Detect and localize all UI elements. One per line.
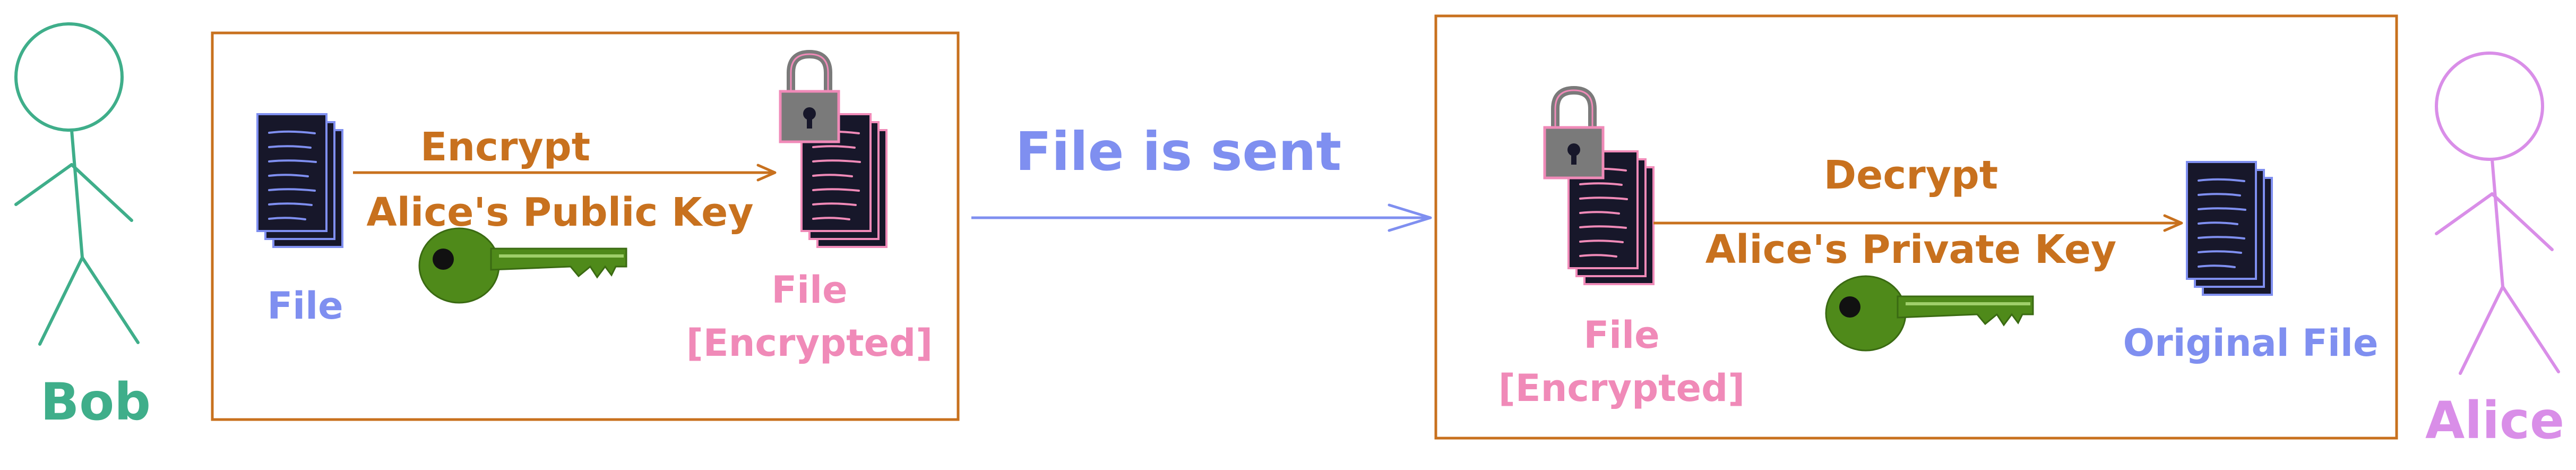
encrypt-action-label: Encrypt: [420, 124, 590, 170]
alice-figure-icon: [2436, 53, 2558, 373]
file-document-icon: [256, 113, 343, 248]
bob-label: Bob: [40, 372, 151, 432]
encrypted-file-label-line2: [Encrypted]: [686, 321, 933, 365]
encryption-diagram: Bob File Encrypt Alice's Public Key File…: [0, 14, 2564, 450]
transfer-label: File is sent: [1015, 121, 1341, 183]
public-key-icon: [419, 228, 626, 303]
padlock-icon: [780, 54, 839, 142]
alice-label: Alice: [2425, 391, 2564, 450]
decrypt-action-label: Decrypt: [1824, 152, 1998, 198]
original-file-label: Original File: [2123, 321, 2379, 365]
padlock-icon: [1545, 90, 1603, 178]
public-key-label: Alice's Public Key: [366, 190, 753, 235]
private-key-label: Alice's Private Key: [1705, 227, 2117, 272]
received-encrypted-label-line2: [Encrypted]: [1498, 366, 1745, 410]
received-encrypted-label-line1: File: [1583, 313, 1659, 357]
file-label: File: [267, 284, 343, 328]
private-key-icon: [1826, 276, 2033, 351]
original-file-document-icon: [2186, 161, 2273, 296]
bob-figure-icon: [16, 24, 138, 344]
encrypted-file-label-line1: File: [771, 268, 847, 312]
